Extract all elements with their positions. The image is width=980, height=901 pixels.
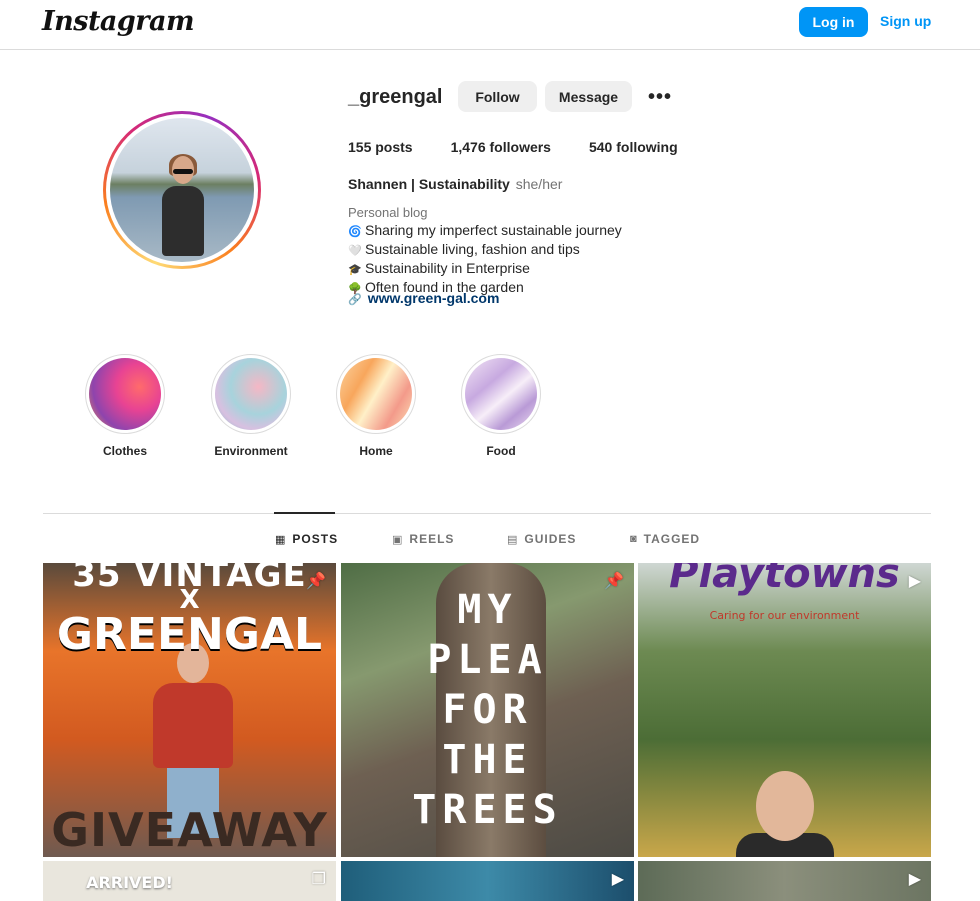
post-overlay-text: GIVEAWAY	[51, 803, 328, 857]
post-overlay-text: Caring for our environment	[709, 609, 860, 622]
website-url[interactable]: www.green-gal.com	[368, 290, 500, 306]
tab-posts[interactable]: ▦ POSTS	[275, 532, 338, 546]
person-jacket	[153, 683, 233, 768]
avatar-person-figure	[160, 154, 204, 262]
highlight-cover-image	[89, 358, 161, 430]
avatar-body	[162, 186, 204, 256]
post-overlay-text: MY PLEA FOR THE TREES	[341, 585, 634, 835]
post-overlay-text: Playtowns	[669, 563, 900, 597]
tabs-divider	[43, 513, 931, 514]
top-navigation-bar: Instagram Log in Sign up	[0, 0, 980, 50]
reels-icon: ▣	[392, 533, 404, 546]
highlight-ring	[461, 354, 541, 434]
more-options-icon[interactable]: •••	[648, 86, 672, 109]
post-tile-plea-for-trees[interactable]: MY PLEA FOR THE TREES 📌	[341, 563, 634, 857]
highlight-ring	[85, 354, 165, 434]
active-tab-indicator	[274, 512, 335, 514]
bio-line-text: Sharing my imperfect sustainable journey	[365, 222, 622, 238]
follow-button[interactable]: Follow	[458, 81, 537, 112]
reel-icon: ▶	[908, 871, 921, 888]
posts-count: 155 posts	[348, 139, 413, 155]
highlight-cover-image	[340, 358, 412, 430]
post-text-line: MY	[457, 587, 518, 633]
tagged-icon: ◙	[630, 533, 638, 545]
pronouns: she/her	[515, 176, 563, 192]
highlight-cover-image	[465, 358, 537, 430]
guides-icon: ▤	[507, 533, 519, 546]
message-button[interactable]: Message	[545, 81, 632, 112]
grid-icon: ▦	[275, 533, 287, 546]
post-tile-vintage-giveaway[interactable]: 35 VINTAGE X GREENGAL GIVEAWAY 📌	[43, 563, 336, 857]
carousel-icon: ❐	[311, 871, 326, 888]
spiral-icon: 🌀	[348, 226, 362, 238]
profile-category: Personal blog	[348, 205, 428, 220]
graduation-cap-icon: 🎓	[348, 264, 362, 276]
bio-line: 🎓 Sustainability in Enterprise	[348, 260, 622, 279]
profile-avatar	[110, 118, 254, 262]
following-count[interactable]: 540 following	[589, 139, 678, 155]
profile-stats: 155 posts 1,476 followers 540 following	[348, 139, 716, 155]
tab-label: POSTS	[292, 532, 339, 546]
highlight-label: Home	[359, 444, 393, 458]
pin-icon: 📌	[604, 573, 624, 590]
tab-tagged[interactable]: ◙ TAGGED	[630, 532, 700, 546]
post-text-line: FOR	[442, 687, 533, 733]
profile-avatar-story-ring[interactable]	[103, 111, 261, 269]
post-tile-playtowns[interactable]: Playtowns Caring for our environment ▶	[638, 563, 931, 857]
link-icon: 🔗	[348, 294, 362, 306]
highlight-label: Clothes	[102, 444, 147, 458]
highlight-home[interactable]: Home	[335, 354, 417, 458]
post-tile-arrived[interactable]: ARRIVED! ❐	[43, 861, 336, 901]
tab-label: REELS	[409, 532, 455, 546]
full-name-text: Shannen | Sustainability	[348, 176, 510, 192]
avatar-ring-inner	[106, 114, 258, 266]
pin-icon: 📌	[306, 573, 326, 590]
profile-full-name: Shannen | Sustainability she/her	[348, 176, 562, 192]
post-text-line: TREES	[412, 787, 563, 833]
signup-link[interactable]: Sign up	[880, 13, 931, 29]
instagram-logo[interactable]: Instagram	[42, 6, 195, 37]
tab-label: TAGGED	[643, 532, 701, 546]
post-text-line: THE	[442, 737, 533, 783]
bio-line-text: Sustainability in Enterprise	[365, 260, 530, 276]
post-overlay-text: GREENGAL	[56, 609, 323, 660]
post-tile-landscape[interactable]: ▶	[638, 861, 931, 901]
reel-icon: ▶	[908, 573, 921, 590]
highlight-label: Food	[486, 444, 516, 458]
highlight-cover-image	[215, 358, 287, 430]
bio-line: 🌀 Sharing my imperfect sustainable journe…	[348, 222, 622, 241]
highlight-food[interactable]: Food	[460, 354, 542, 458]
highlight-ring	[336, 354, 416, 434]
post-tile-ocean[interactable]: ▶	[341, 861, 634, 901]
highlight-ring	[211, 354, 291, 434]
highlight-label: Environment	[214, 444, 288, 458]
bio-line-text: Sustainable living, fashion and tips	[365, 241, 580, 257]
post-overlay-text: ARRIVED!	[86, 873, 173, 892]
followers-count[interactable]: 1,476 followers	[451, 139, 551, 155]
person-face	[756, 771, 814, 841]
profile-website-link[interactable]: 🔗 www.green-gal.com	[348, 290, 499, 306]
post-text-line: PLEA	[427, 637, 548, 683]
white-heart-icon: 🤍	[348, 245, 362, 257]
reel-icon: ▶	[611, 871, 624, 888]
avatar-sunglasses	[173, 169, 193, 174]
profile-username: _greengal	[348, 86, 443, 108]
tab-reels[interactable]: ▣ REELS	[392, 532, 454, 546]
highlight-environment[interactable]: Environment	[210, 354, 292, 458]
profile-bio: 🌀 Sharing my imperfect sustainable journe…	[348, 222, 622, 298]
bio-line: 🤍 Sustainable living, fashion and tips	[348, 241, 622, 260]
tab-label: GUIDES	[524, 532, 577, 546]
login-button[interactable]: Log in	[799, 7, 868, 37]
tab-guides[interactable]: ▤ GUIDES	[507, 532, 576, 546]
highlight-clothes[interactable]: Clothes	[84, 354, 166, 458]
